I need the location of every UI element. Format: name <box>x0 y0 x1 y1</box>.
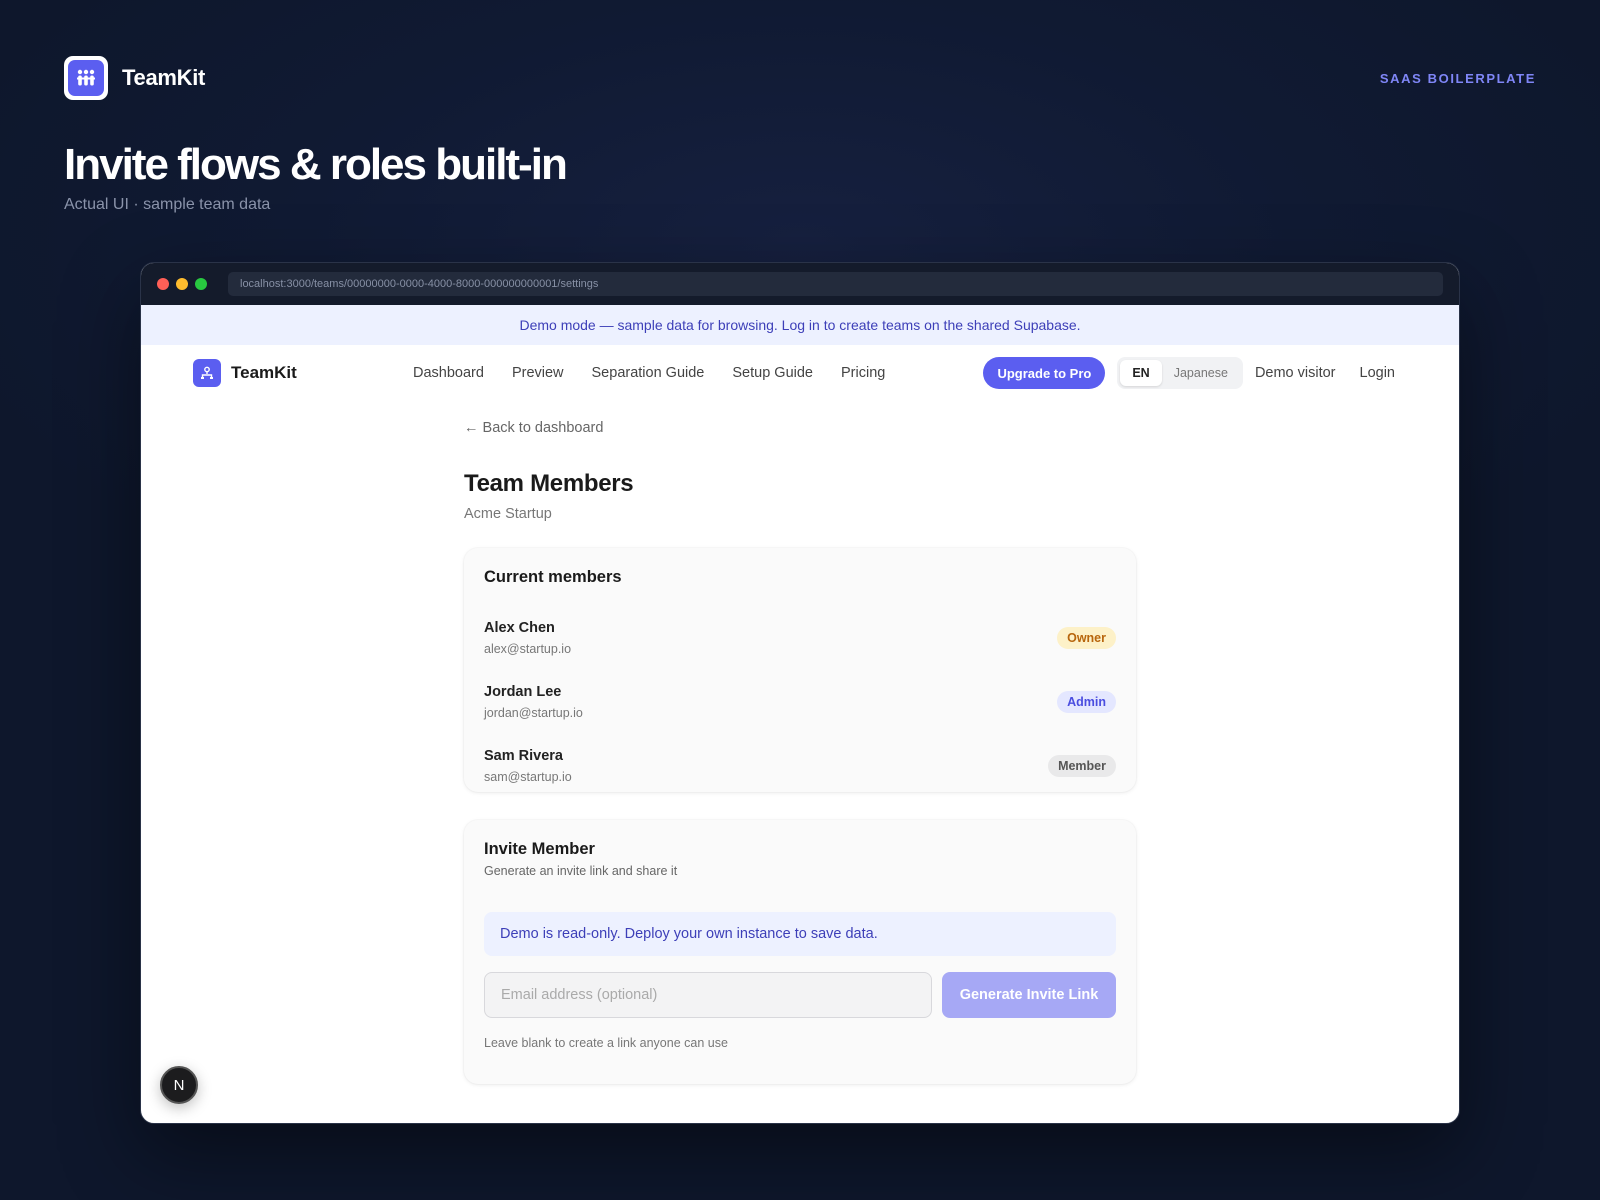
nav-logo-name: TeamKit <box>231 363 297 382</box>
role-badge: Member <box>1048 755 1116 777</box>
brand-logo <box>64 56 108 100</box>
member-row: Jordan Lee jordan@startup.io Admin <box>484 684 1116 732</box>
member-name: Jordan Lee <box>484 684 562 700</box>
member-row: Sam Rivera sam@startup.io Member <box>484 748 1116 796</box>
address-bar[interactable]: localhost:3000/teams/00000000-0000-4000-… <box>228 272 1443 296</box>
brand-name: TeamKit <box>122 65 206 90</box>
card-title: Current members <box>484 568 622 586</box>
nav-link-setup-guide[interactable]: Setup Guide <box>732 365 813 381</box>
member-row: Alex Chen alex@startup.io Owner <box>484 620 1116 668</box>
generate-invite-link-button[interactable]: Generate Invite Link <box>942 972 1116 1018</box>
nav-link-preview[interactable]: Preview <box>512 365 564 381</box>
maximize-window-dot[interactable] <box>195 278 207 290</box>
member-email: sam@startup.io <box>484 770 572 784</box>
hero-title: Invite flows & roles built-in <box>64 140 568 189</box>
back-to-dashboard-link[interactable]: ← Back to dashboard <box>464 420 603 436</box>
invite-member-card: Invite Member Generate an invite link an… <box>464 820 1136 1084</box>
nav-links: Dashboard Preview Separation Guide Setup… <box>413 345 913 401</box>
brand: TeamKit <box>64 56 205 100</box>
upgrade-button[interactable]: Upgrade to Pro <box>983 357 1106 389</box>
nav-logo[interactable]: TeamKit <box>193 359 297 387</box>
nextjs-dev-indicator[interactable]: N <box>160 1066 198 1104</box>
nav-link-dashboard[interactable]: Dashboard <box>413 365 484 381</box>
app-navbar: TeamKit Dashboard Preview Separation Gui… <box>141 345 1459 401</box>
team-name: Acme Startup <box>464 506 552 522</box>
member-email: jordan@startup.io <box>484 706 583 720</box>
nav-link-separation-guide[interactable]: Separation Guide <box>592 365 705 381</box>
current-members-card: Current members Alex Chen alex@startup.i… <box>464 548 1136 792</box>
lang-option-en[interactable]: EN <box>1120 360 1162 386</box>
member-name: Sam Rivera <box>484 748 563 764</box>
role-badge: Owner <box>1057 627 1116 649</box>
invite-hint: Leave blank to create a link anyone can … <box>484 1036 728 1050</box>
role-badge: Admin <box>1057 691 1116 713</box>
login-link[interactable]: Login <box>1360 365 1395 381</box>
nav-right: Upgrade to Pro EN Japanese Demo visitor … <box>983 345 1395 401</box>
member-name: Alex Chen <box>484 620 555 636</box>
demo-mode-banner: Demo mode — sample data for browsing. Lo… <box>141 305 1459 345</box>
team-icon <box>68 60 104 96</box>
lang-option-japanese[interactable]: Japanese <box>1162 360 1240 386</box>
page-title: Team Members <box>464 470 634 497</box>
user-label[interactable]: Demo visitor <box>1255 365 1336 381</box>
window-titlebar: localhost:3000/teams/00000000-0000-4000-… <box>141 263 1459 305</box>
nav-link-pricing[interactable]: Pricing <box>841 365 885 381</box>
tagline: SAAS BOILERPLATE <box>1379 71 1536 86</box>
hero-subtitle: Actual UI · sample team data <box>64 196 271 213</box>
invite-email-input[interactable] <box>484 972 932 1018</box>
card-subtitle: Generate an invite link and share it <box>484 864 678 878</box>
org-chart-icon <box>193 359 221 387</box>
member-email: alex@startup.io <box>484 642 572 656</box>
card-title: Invite Member <box>484 840 595 858</box>
minimize-window-dot[interactable] <box>176 278 188 290</box>
close-window-dot[interactable] <box>157 278 169 290</box>
language-switcher: EN Japanese <box>1117 357 1243 389</box>
read-only-notice: Demo is read-only. Deploy your own insta… <box>484 912 1116 956</box>
